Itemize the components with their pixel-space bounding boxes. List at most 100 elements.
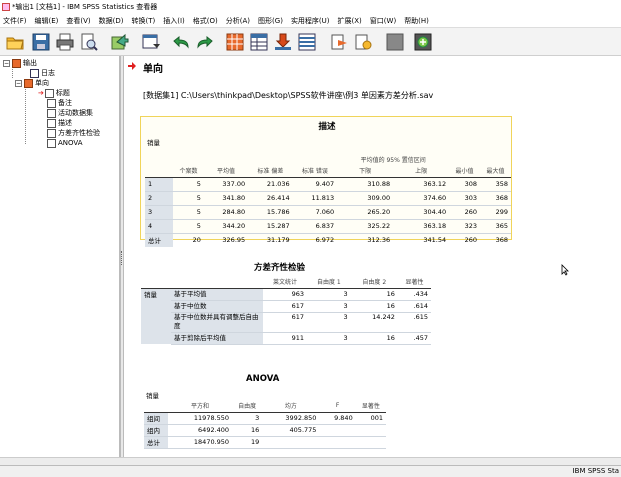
tree-item-title[interactable]: ➔ 标题 — [38, 88, 70, 98]
cell: 308 — [449, 177, 481, 192]
cell: 5 — [173, 219, 204, 234]
text-cursor-icon — [561, 264, 569, 276]
open-icon[interactable] — [4, 31, 26, 53]
cell: 363.12 — [393, 177, 450, 192]
cell: 5 — [173, 177, 204, 192]
descriptives-grid: 平均值的 95% 置信区间 个案数 平均值 标准 偏差 标准 错误 下限 上限 … — [145, 153, 511, 247]
menu-window[interactable]: 窗口(W) — [367, 16, 401, 26]
menu-graphs[interactable]: 图形(G) — [255, 16, 288, 26]
menu-help[interactable]: 帮助(H) — [401, 16, 434, 26]
cell: 363.18 — [393, 219, 450, 234]
tree-item-anova[interactable]: ANOVA — [47, 138, 83, 148]
tree-label: 输出 — [23, 59, 37, 67]
cell: 358 — [480, 177, 511, 192]
status-text: IBM SPSS Sta — [572, 467, 619, 475]
table-icon — [47, 118, 56, 128]
menu-format[interactable]: 格式(O) — [190, 16, 223, 26]
tree-item-active-dataset[interactable]: 活动数据集 — [47, 108, 93, 118]
tree-label: 单向 — [35, 79, 49, 87]
variable-label: 销量 — [147, 139, 160, 147]
cell: 309.00 — [337, 191, 394, 206]
menu-bar: 文件(F) 编辑(E) 查看(V) 数据(D) 转换(T) 插入(I) 格式(O… — [0, 14, 621, 28]
disabled-icon — [384, 31, 406, 53]
print-icon[interactable] — [54, 31, 76, 53]
menu-view[interactable]: 查看(V) — [63, 16, 95, 26]
current-item-arrow-icon — [128, 62, 136, 70]
cell — [319, 424, 356, 437]
save-icon[interactable] — [30, 31, 52, 53]
tree-item-notes[interactable]: 备注 — [47, 98, 72, 108]
cell: 260 — [449, 205, 481, 220]
spss-viewer-window: *输出1 [文档1] - IBM SPSS Statistics 查看器 文件(… — [0, 0, 621, 477]
cell: 3 — [232, 412, 263, 425]
tree-item-levene[interactable]: 方差齐性检验 — [47, 128, 100, 138]
export-icon[interactable] — [108, 31, 130, 53]
cell: 5 — [173, 191, 204, 206]
cell: 365 — [480, 219, 511, 234]
table-row: 总计 18470.950 19 — [144, 436, 386, 449]
cell: 6.837 — [292, 219, 338, 234]
collapse-icon[interactable]: − — [15, 79, 22, 87]
recall-dialog-icon[interactable] — [140, 31, 162, 53]
tree-label: ANOVA — [58, 139, 83, 147]
column-header: 标准 偏差 — [248, 165, 293, 178]
table-row: 基于中位数并具有调整后自由度 617 3 14.242 .615 — [141, 312, 431, 333]
column-header: 自由度 2 — [350, 276, 398, 289]
variables-icon[interactable] — [296, 31, 318, 53]
column-header: 显著性 — [397, 276, 431, 289]
column-header: 平均值 — [203, 165, 249, 178]
row-label: 基于中位数并具有调整后自由度 — [171, 312, 263, 333]
menu-insert[interactable]: 插入(I) — [160, 16, 190, 26]
table-row: 1 5 337.00 21.036 9.407 310.88 363.12 30… — [145, 177, 511, 192]
goto-case-icon[interactable] — [248, 31, 270, 53]
descriptives-table[interactable]: 描述 销量 平均值的 95% 置信区间 个案数 平均值 标准 偏差 标准 错误 … — [140, 116, 512, 247]
horizontal-scrollbar[interactable] — [0, 457, 621, 465]
cell: 20 — [192, 236, 201, 245]
notes-icon — [47, 98, 56, 108]
procedure-icon — [24, 78, 33, 88]
tree-item-oneway[interactable]: − 单向 — [15, 78, 49, 88]
cell: 323 — [449, 219, 481, 234]
tree-item-log[interactable]: 日志 — [30, 68, 55, 78]
levene-table[interactable]: 莱文统计 自由度 1 自由度 2 显著性 销量 基于平均值 963 3 16 .… — [141, 276, 431, 345]
cell: 405.775 — [262, 424, 320, 437]
table-row: 2 5 341.80 26.414 11.813 309.00 374.60 3… — [145, 191, 511, 206]
title-bar: *输出1 [文档1] - IBM SPSS Statistics 查看器 — [0, 0, 621, 14]
menu-utilities[interactable]: 实用程序(U) — [288, 16, 335, 26]
anova-table[interactable]: 平方和 自由度 均方 F 显著性 组间 11978.550 3 3992.850… — [144, 400, 386, 449]
cell: 911 — [263, 332, 308, 345]
goto-data-icon[interactable] — [224, 31, 246, 53]
undo-icon[interactable] — [170, 31, 192, 53]
menu-file[interactable]: 文件(F) — [0, 16, 32, 26]
insert-output-icon[interactable] — [328, 31, 350, 53]
column-header: 标准 错误 — [292, 165, 338, 178]
menu-analyze[interactable]: 分析(A) — [223, 16, 255, 26]
row-label: 1 — [145, 177, 173, 192]
show-hide-icon[interactable] — [352, 31, 374, 53]
cell: 31.179 — [266, 236, 290, 245]
tree-item-output[interactable]: − 输出 — [3, 58, 37, 68]
cell: .457 — [397, 332, 431, 345]
menu-edit[interactable]: 编辑(E) — [32, 16, 64, 26]
collapse-icon[interactable]: − — [3, 59, 10, 67]
cell: 3992.850 — [262, 412, 320, 425]
cell: 16 — [350, 288, 398, 301]
cell — [262, 436, 320, 449]
menu-transform[interactable]: 转换(T) — [129, 16, 161, 26]
row-label: 总计 — [145, 233, 173, 247]
cell: 374.60 — [393, 191, 450, 206]
designate-window-icon[interactable] — [412, 31, 434, 53]
tree-item-descriptives[interactable]: 描述 — [47, 118, 72, 128]
menu-data[interactable]: 数据(D) — [96, 16, 129, 26]
cell: 11.813 — [292, 191, 338, 206]
table-title: 描述 — [318, 122, 336, 132]
menu-extensions[interactable]: 扩展(X) — [335, 16, 367, 26]
column-header: 下限 — [337, 165, 394, 178]
print-preview-icon[interactable] — [78, 31, 100, 53]
cell: 310.88 — [337, 177, 394, 192]
cell: 7.060 — [292, 205, 338, 220]
table-row: 销量 基于平均值 963 3 16 .434 — [141, 288, 431, 344]
goto-variable-icon[interactable] — [272, 31, 294, 53]
cell: 617 — [263, 312, 308, 333]
redo-icon[interactable] — [194, 31, 216, 53]
